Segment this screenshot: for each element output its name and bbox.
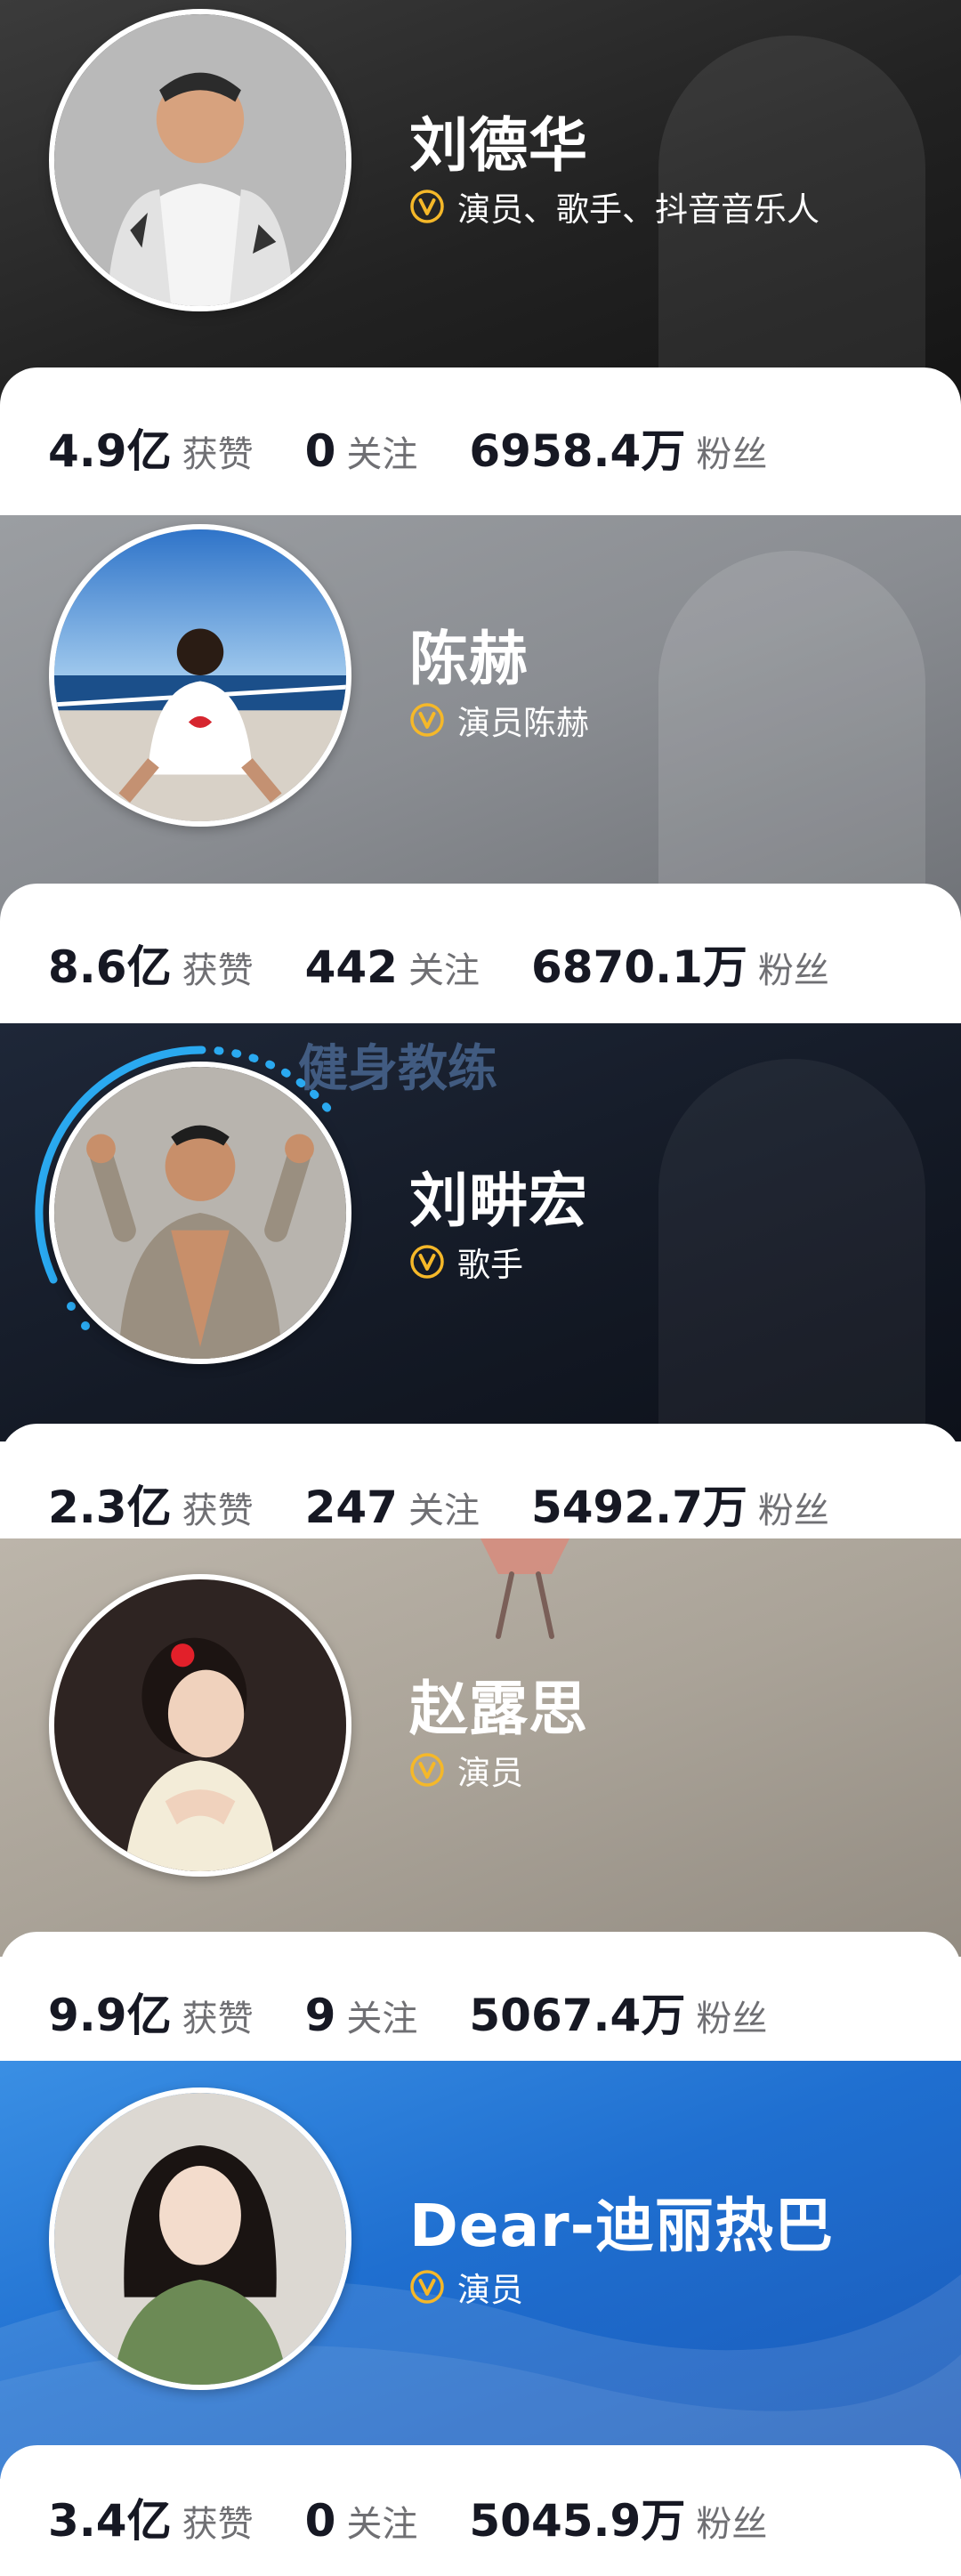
profile-list-page: 刘德华 演员、歌手、抖音音乐人 4.9亿 获赞 0 关注 6958.4万 粉丝 …: [0, 0, 961, 2576]
likes-count: 9.9亿: [48, 1990, 172, 2041]
likes-stat[interactable]: 9.9亿 获赞: [48, 1980, 254, 2044]
following-label: 关注: [408, 950, 480, 991]
likes-stat[interactable]: 2.3亿 获赞: [48, 1472, 254, 1536]
verification-info: 演员: [409, 1748, 523, 1792]
avatar[interactable]: [49, 2087, 351, 2390]
following-count: 0: [304, 425, 336, 477]
banner-decoration: [658, 551, 925, 925]
likes-count: 3.4亿: [48, 2495, 172, 2547]
likes-label: 获赞: [182, 1490, 254, 1531]
profile-name: Dear-迪丽热巴: [409, 2192, 835, 2260]
verified-badge-icon: [410, 1245, 444, 1279]
followers-stat[interactable]: 5492.7万 粉丝: [531, 1472, 829, 1536]
following-stat[interactable]: 247 关注: [305, 1482, 480, 1533]
verification-text: 演员: [457, 2271, 523, 2309]
profile-name: 刘畊宏: [409, 1167, 588, 1235]
likes-count: 4.9亿: [48, 425, 172, 477]
avatar[interactable]: [49, 1062, 351, 1364]
followers-count: 5067.4万: [469, 1990, 686, 2041]
followers-label: 粉丝: [757, 1490, 829, 1531]
following-stat[interactable]: 0 关注: [305, 2495, 418, 2547]
followers-label: 粉丝: [696, 2504, 768, 2545]
banner-decoration: [658, 1059, 925, 1433]
verified-badge-icon: [410, 1753, 444, 1787]
followers-stat[interactable]: 5045.9万 粉丝: [469, 2485, 767, 2549]
following-label: 关注: [346, 1999, 418, 2039]
followers-stat[interactable]: 5067.4万 粉丝: [469, 1980, 767, 2044]
avatar[interactable]: [49, 524, 351, 827]
person-avatar-icon: [54, 2093, 346, 2385]
stats-bar: 4.9亿 获赞 0 关注 6958.4万 粉丝: [0, 367, 961, 510]
stats-bar: 9.9亿 获赞 9 关注 5067.4万 粉丝: [0, 1932, 961, 2054]
stats-bar: 2.3亿 获赞 247 关注 5492.7万 粉丝: [0, 1424, 961, 1538]
following-count: 0: [304, 2495, 336, 2547]
following-label: 关注: [346, 434, 418, 475]
profile-name: 刘德华: [409, 111, 588, 180]
followers-count: 5045.9万: [469, 2495, 686, 2547]
profile-card-liugenghong[interactable]: 健身教练 刘畊宏 歌手 2.3亿 获赞 247 关注 5492.7万 粉丝: [0, 1023, 961, 1538]
verification-text: 歌手: [457, 1246, 523, 1284]
followers-label: 粉丝: [696, 1999, 768, 2039]
profile-card-chenhe[interactable]: 陈赫 演员陈赫 8.6亿 获赞 442 关注 6870.1万 粉丝: [0, 515, 961, 1030]
likes-stat[interactable]: 4.9亿 获赞: [48, 416, 254, 480]
person-avatar-icon: [54, 529, 346, 821]
profile-card-zhaolusi[interactable]: 赵露思 演员 9.9亿 获赞 9 关注 5067.4万 粉丝: [0, 1538, 961, 2054]
profile-card-dilireba[interactable]: Dear-迪丽热巴 演员 3.4亿 获赞 0 关注 5045.9万 粉丝: [0, 2061, 961, 2576]
following-count: 442: [304, 941, 398, 993]
avatar[interactable]: [49, 9, 351, 311]
following-stat[interactable]: 442 关注: [305, 941, 480, 993]
followers-count: 6870.1万: [530, 941, 747, 993]
likes-stat[interactable]: 8.6亿 获赞: [48, 932, 254, 996]
likes-label: 获赞: [182, 434, 254, 475]
likes-label: 获赞: [182, 1999, 254, 2039]
following-stat[interactable]: 9 关注: [305, 1990, 418, 2041]
banner-illustration-icon: [480, 1538, 569, 1639]
following-label: 关注: [346, 2504, 418, 2545]
followers-label: 粉丝: [696, 434, 768, 475]
person-avatar-icon: [54, 14, 346, 306]
followers-stat[interactable]: 6870.1万 粉丝: [531, 932, 829, 996]
verification-info: 演员陈赫: [409, 699, 589, 742]
followers-count: 5492.7万: [530, 1482, 747, 1533]
person-avatar-icon: [54, 1067, 346, 1359]
profile-card-liudehua[interactable]: 刘德华 演员、歌手、抖音音乐人 4.9亿 获赞 0 关注 6958.4万 粉丝: [0, 0, 961, 515]
followers-label: 粉丝: [757, 950, 829, 991]
likes-label: 获赞: [182, 2504, 254, 2545]
followers-count: 6958.4万: [469, 425, 686, 477]
verified-badge-icon: [410, 2270, 444, 2304]
verified-badge-icon: [410, 190, 444, 223]
avatar[interactable]: [49, 1574, 351, 1877]
verification-text: 演员: [457, 1754, 523, 1792]
following-stat[interactable]: 0 关注: [305, 425, 418, 477]
profile-name: 陈赫: [409, 625, 529, 693]
verification-text: 演员陈赫: [457, 704, 589, 742]
verification-info: 歌手: [409, 1240, 523, 1284]
likes-stat[interactable]: 3.4亿 获赞: [48, 2485, 254, 2549]
stats-bar: 8.6亿 获赞 442 关注 6870.1万 粉丝: [0, 884, 961, 1026]
stats-bar: 3.4亿 获赞 0 关注 5045.9万 粉丝: [0, 2445, 961, 2576]
following-count: 9: [304, 1990, 336, 2041]
verified-badge-icon: [410, 703, 444, 737]
likes-count: 2.3亿: [48, 1482, 172, 1533]
profile-name: 赵露思: [409, 1675, 588, 1743]
person-avatar-icon: [54, 1579, 346, 1871]
likes-count: 8.6亿: [48, 941, 172, 993]
following-count: 247: [304, 1482, 398, 1533]
verification-info: 演员、歌手、抖音音乐人: [409, 185, 820, 229]
followers-stat[interactable]: 6958.4万 粉丝: [469, 416, 767, 480]
likes-label: 获赞: [182, 950, 254, 991]
following-label: 关注: [408, 1490, 480, 1531]
verification-text: 演员、歌手、抖音音乐人: [457, 190, 820, 229]
verification-info: 演员: [409, 2265, 523, 2309]
